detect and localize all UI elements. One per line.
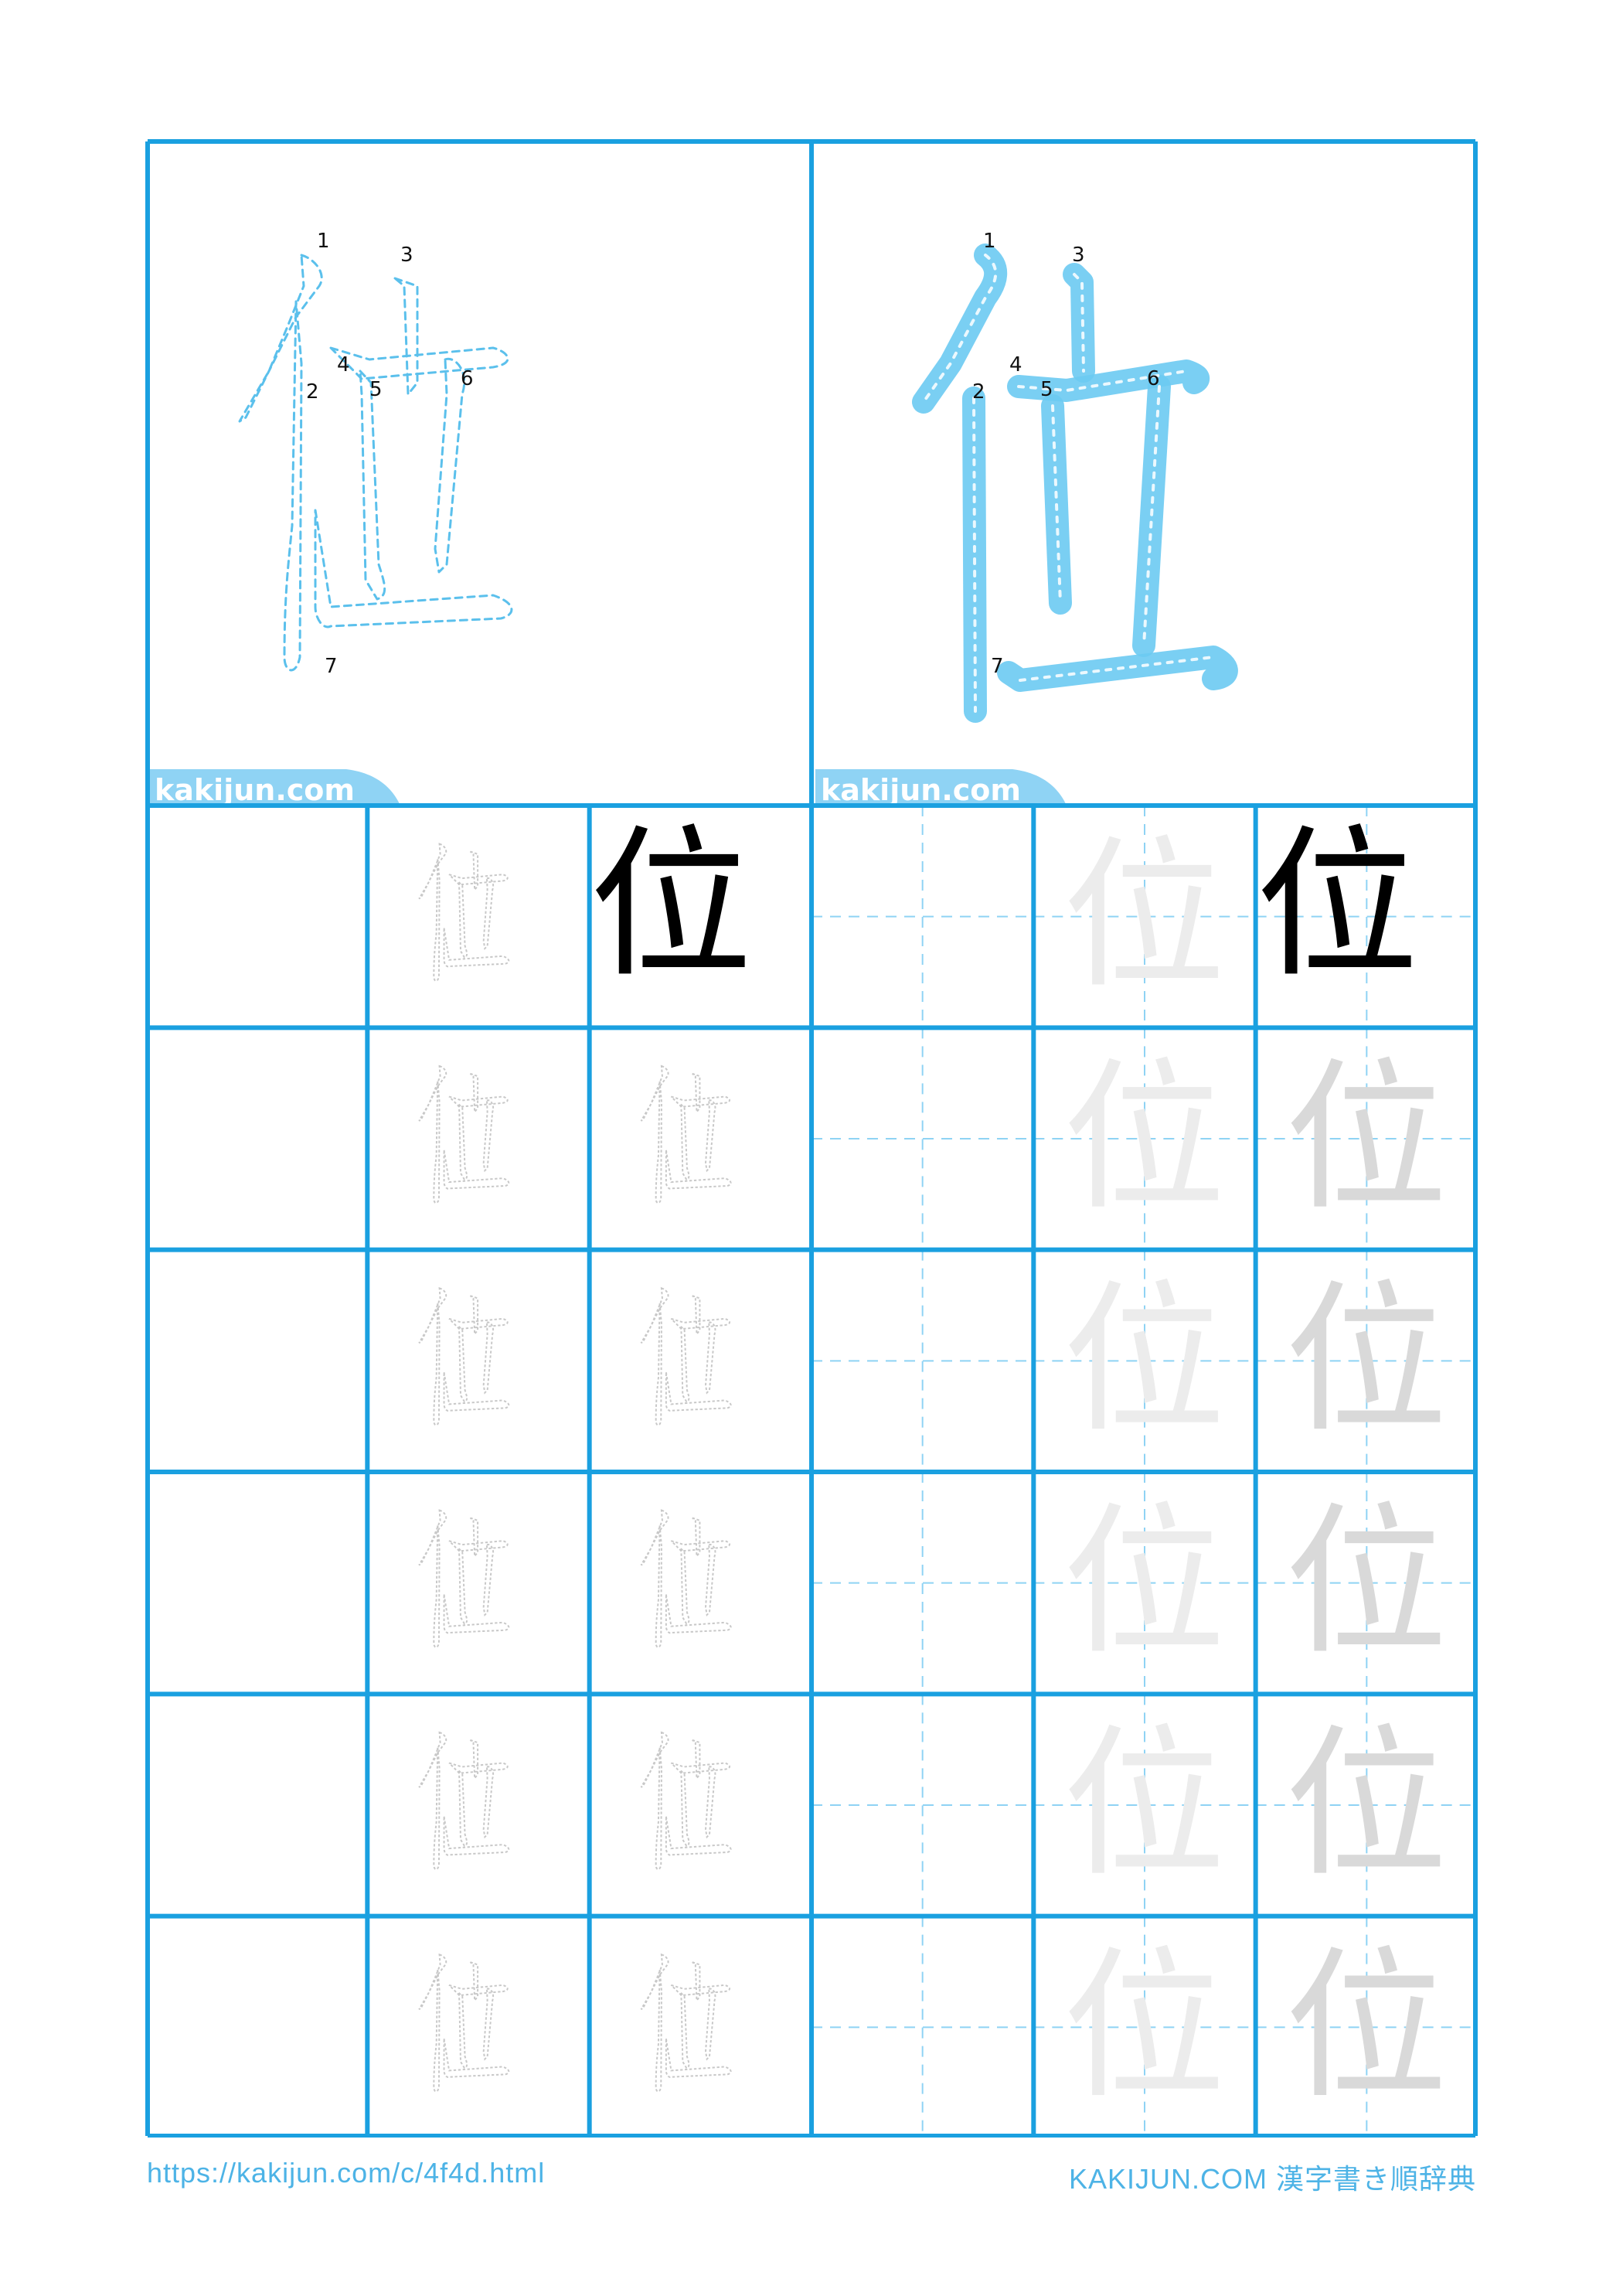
faded-kanji-cell: 位 — [1063, 1487, 1225, 1677]
trace-kanji-cell — [641, 1288, 731, 1425]
trace-kanji-cell — [641, 1066, 731, 1203]
trace-kanji-cell — [419, 1732, 509, 1869]
solid-stroke-number-2: 2 — [972, 380, 985, 404]
stroke-number-2: 2 — [306, 380, 319, 404]
solid-kanji-strokes — [912, 244, 1238, 723]
trace-cells — [419, 844, 730, 2092]
worksheet-canvas: 1 2 3 4 5 6 7 kakijun.com 1 2 3 4 5 6 7 … — [145, 139, 1478, 2138]
trace-kanji-cell — [419, 1288, 509, 1425]
footer-brand: KAKIJUN.COM 漢字書き順辞典 — [1068, 2163, 1476, 2195]
stroke-number-7: 7 — [325, 655, 338, 678]
trace-kanji-cell — [641, 1954, 731, 2091]
trace-kanji-cell — [419, 1954, 509, 2091]
watermark-text: kakijun.com — [155, 773, 355, 807]
solid-stroke-number-5: 5 — [1040, 378, 1053, 401]
watermark-text-right: kakijun.com — [821, 773, 1021, 807]
trace-kanji-cell — [419, 1511, 509, 1647]
stroke-number-6: 6 — [461, 367, 474, 390]
model-kanji-right: 位 — [1256, 810, 1418, 1000]
solid-stroke-number-3: 3 — [1072, 244, 1085, 267]
faded-kanji-cell: 位 — [1063, 1043, 1225, 1232]
faded-kanji-cell: 位 — [1285, 1043, 1448, 1232]
footer-url[interactable]: https://kakijun.com/c/4f4d.html — [147, 2157, 545, 2189]
faded-kanji-cell: 位 — [1285, 1487, 1448, 1677]
solid-stroke-number-1: 1 — [983, 230, 996, 253]
stroke-number-1: 1 — [317, 230, 330, 253]
trace-kanji-cell — [641, 1511, 731, 1647]
faded-kanji-cell: 位 — [1285, 1932, 1448, 2121]
worksheet: 1 2 3 4 5 6 7 kakijun.com 1 2 3 4 5 6 7 … — [145, 139, 1478, 2138]
faded-kanji-cell: 位 — [1063, 1266, 1225, 1455]
faded-kanji-cell: 位 — [1063, 1709, 1225, 1899]
model-kanji-left: 位 — [590, 810, 752, 1000]
trace-kanji-cell — [641, 1732, 731, 1869]
faded-kanji-cell: 位 — [1285, 1266, 1448, 1455]
faded-kanji-cell: 位 — [1063, 1932, 1225, 2121]
faded-kanji-cell: 位 — [1285, 1709, 1448, 1899]
trace-kanji-cell — [419, 844, 509, 981]
stroke-number-5: 5 — [369, 378, 383, 401]
trace-kanji-cell — [419, 1066, 509, 1203]
stroke-order-solid-panel: 1 2 3 4 5 6 7 kakijun.com — [815, 230, 1238, 807]
solid-stroke-number-7: 7 — [991, 655, 1004, 678]
solid-stroke-number-4: 4 — [1009, 353, 1022, 376]
stroke-number-4: 4 — [337, 353, 350, 376]
stroke-number-3: 3 — [400, 244, 413, 267]
stroke-order-outline-panel: 1 2 3 4 5 6 7 kakijun.com — [149, 230, 513, 807]
faded-kanji-cell: 位 — [1063, 821, 1225, 1010]
solid-stroke-number-6: 6 — [1147, 367, 1160, 390]
